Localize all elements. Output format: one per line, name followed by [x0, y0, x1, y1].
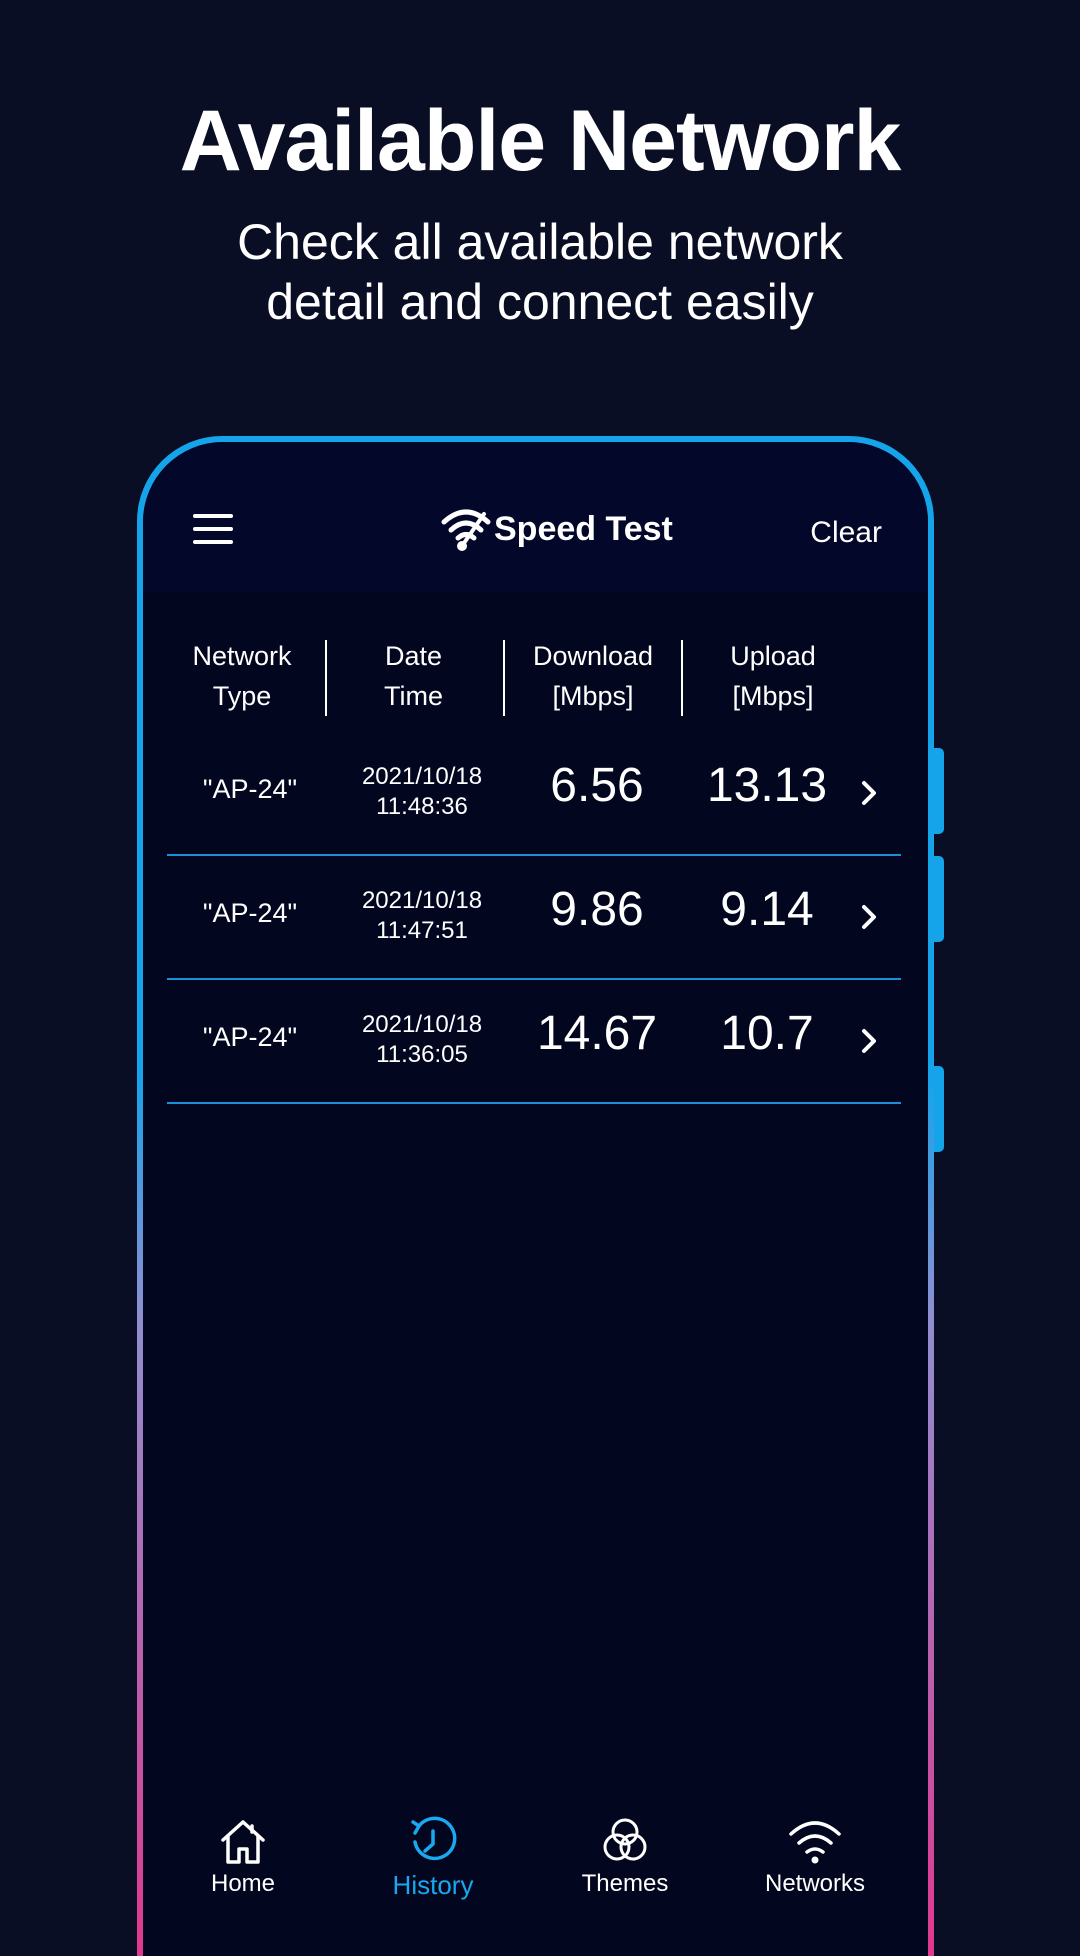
- column-header-download: Download [Mbps]: [507, 636, 679, 716]
- promo-title: Available Network: [179, 93, 902, 189]
- chevron-right-icon[interactable]: [861, 1028, 877, 1054]
- date-text: 2021/10/18: [361, 1011, 483, 1038]
- chevron-right-icon[interactable]: [861, 780, 877, 806]
- phone-side-button: [934, 748, 944, 834]
- nav-item-home[interactable]: Home: [163, 1816, 323, 1898]
- date-time-cell: 2021/10/18 11:36:05: [337, 1010, 507, 1070]
- nav-item-networks[interactable]: Networks: [735, 1816, 895, 1898]
- column-header-date-time: Date Time: [331, 636, 496, 716]
- column-header-line: Network: [192, 641, 292, 671]
- chevron-right-icon[interactable]: [861, 904, 877, 930]
- clear-button[interactable]: Clear: [810, 516, 882, 550]
- nav-label-home: Home: [210, 1870, 276, 1897]
- network-type-cell: "AP-24": [202, 1022, 298, 1052]
- upload-value: 9.14: [720, 883, 814, 936]
- date-text: 2021/10/18: [361, 763, 483, 790]
- phone-screen: Speed Test Clear Network Type Date Time …: [143, 442, 928, 1956]
- column-header-line: Time: [384, 681, 443, 711]
- bottom-nav: Home History Themes Networks: [143, 1816, 928, 1916]
- nav-item-themes[interactable]: Themes: [545, 1816, 705, 1898]
- app-header: Speed Test Clear: [143, 442, 928, 592]
- column-header-network-type: Network Type: [167, 636, 317, 716]
- network-type-cell: "AP-24": [202, 774, 298, 804]
- nav-item-history[interactable]: History: [353, 1816, 513, 1901]
- column-header-line: Date: [384, 641, 443, 671]
- column-header-line: Download: [532, 641, 654, 671]
- themes-icon: [603, 1818, 647, 1861]
- wifi-icon: [789, 1821, 841, 1864]
- app-title: Speed Test: [494, 509, 673, 548]
- wifi-logo-icon: [441, 509, 491, 551]
- download-value: 9.86: [550, 883, 644, 936]
- upload-value: 10.7: [720, 1007, 814, 1060]
- nav-label-themes: Themes: [581, 1870, 669, 1897]
- time-text: 11:48:36: [376, 793, 468, 820]
- phone-frame: Speed Test Clear Network Type Date Time …: [137, 436, 934, 1956]
- date-text: 2021/10/18: [361, 887, 483, 914]
- network-type-cell: "AP-24": [202, 898, 298, 928]
- table-row[interactable]: "AP-24" 2021/10/18 11:48:36 6.56 13.13: [167, 732, 901, 856]
- table-row[interactable]: "AP-24" 2021/10/18 11:47:51 9.86 9.14: [167, 856, 901, 980]
- time-text: 11:36:05: [376, 1041, 468, 1068]
- download-value: 14.67: [536, 1007, 658, 1060]
- column-header-line: [Mbps]: [552, 681, 634, 711]
- date-time-cell: 2021/10/18 11:47:51: [337, 886, 507, 946]
- column-header-line: [Mbps]: [732, 681, 814, 711]
- promo-subtitle: Check all available network detail and c…: [237, 214, 843, 330]
- date-time-cell: 2021/10/18 11:48:36: [337, 762, 507, 822]
- column-divider: [681, 640, 683, 716]
- nav-label-history: History: [392, 1870, 474, 1900]
- history-icon: [411, 1816, 457, 1861]
- app-logo: Speed Test: [440, 504, 673, 554]
- column-header-line: Type: [212, 681, 272, 711]
- column-divider: [325, 640, 327, 716]
- time-text: 11:47:51: [376, 917, 468, 944]
- column-divider: [503, 640, 505, 716]
- download-value: 6.56: [550, 759, 644, 812]
- column-header-upload: Upload [Mbps]: [687, 636, 859, 716]
- upload-value: 13.13: [706, 759, 828, 812]
- nav-label-networks: Networks: [764, 1870, 866, 1897]
- table-row[interactable]: "AP-24" 2021/10/18 11:36:05 14.67 10.7: [167, 980, 901, 1104]
- home-icon: [221, 1820, 265, 1864]
- column-header-line: Upload: [730, 641, 816, 671]
- hamburger-icon[interactable]: [193, 514, 233, 544]
- phone-side-button: [934, 856, 944, 942]
- phone-side-button: [934, 1066, 944, 1152]
